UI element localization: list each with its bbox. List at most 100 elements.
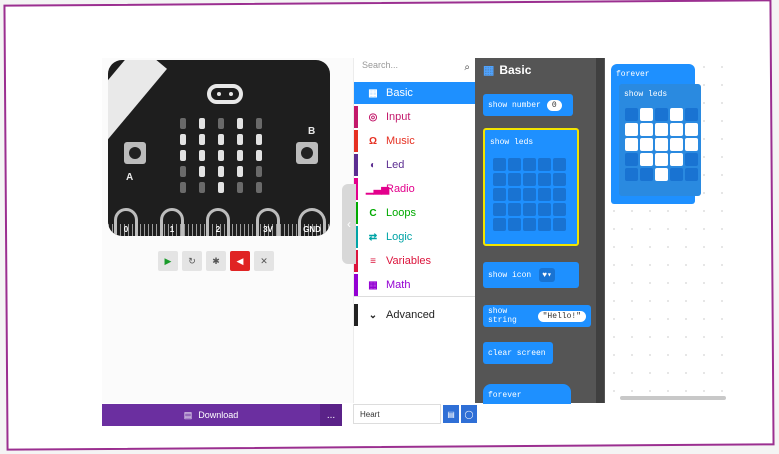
led-cell-r4c0[interactable] — [625, 168, 638, 181]
led-cell-r2c0[interactable] — [625, 138, 638, 151]
led-r2c1 — [199, 150, 205, 161]
led-r2c2 — [218, 150, 224, 161]
download-button[interactable]: ▤ Download — [102, 404, 320, 426]
led-cell-r4c3[interactable] — [670, 168, 683, 181]
led-r0c4 — [256, 118, 262, 129]
category-math[interactable]: ▦ Math — [354, 274, 476, 296]
search-box[interactable]: Search... ⌕ — [362, 60, 470, 78]
led-cell-r2c1[interactable] — [640, 138, 653, 151]
grid-icon: ▦ — [368, 87, 378, 99]
led-cell-r2c3[interactable] — [670, 138, 683, 151]
button-b-label: B — [308, 126, 316, 137]
led-cell-r3c4[interactable] — [685, 153, 698, 166]
restart-icon[interactable]: ↻ — [182, 251, 202, 271]
led-cell-r1c3[interactable] — [670, 123, 683, 136]
led-r2c4 — [256, 150, 262, 161]
led-cell-r1c0[interactable] — [625, 123, 638, 136]
pin-0[interactable]: 0 — [114, 208, 138, 236]
led-cell-r0c1[interactable] — [640, 108, 653, 121]
mute-icon[interactable]: ◀ — [230, 251, 250, 271]
led-r0c3 — [237, 118, 243, 129]
heart-icon[interactable]: ♥▾ — [539, 268, 555, 282]
led-cell-r3c3[interactable] — [670, 153, 683, 166]
category-advanced[interactable]: ⌄ Advanced — [354, 304, 476, 326]
led-cell-r3c1[interactable] — [640, 153, 653, 166]
pin-gnd-label: GND — [303, 225, 321, 234]
pin-1[interactable]: 1 — [160, 208, 184, 236]
show-string-block[interactable]: show string "Hello!" — [483, 305, 591, 327]
string-input[interactable]: "Hello!" — [537, 310, 586, 322]
toolbox: Search... ⌕ ▦ Basic ◎ Input Ω Music ◐ Led ▁▃… — [353, 58, 476, 403]
number-input[interactable]: 0 — [546, 99, 562, 111]
category-color-bar — [354, 106, 358, 128]
pin-3v[interactable]: 3V — [256, 208, 280, 236]
led-cell-r1c1[interactable] — [640, 123, 653, 136]
workspace-led-grid[interactable] — [625, 108, 698, 181]
lines-icon: ≡ — [370, 255, 376, 267]
download-label: Download — [198, 410, 239, 420]
led-cell-r0c4[interactable] — [685, 108, 698, 121]
signal-icon: ▁▃▅ — [366, 183, 390, 195]
led-cell-r2c2[interactable] — [655, 138, 668, 151]
collapse-simulator-button[interactable]: ‹ — [342, 184, 356, 264]
led-cell-r4c4[interactable] — [685, 168, 698, 181]
led-cell-r0c3[interactable] — [670, 108, 683, 121]
led-r4c0 — [180, 182, 186, 193]
led-cell-r1c2[interactable] — [655, 123, 668, 136]
code-workspace[interactable]: forever show leds — [605, 58, 728, 403]
led-r3c1 — [199, 166, 205, 177]
button-a[interactable] — [124, 142, 146, 164]
play-icon[interactable]: ▶ — [158, 251, 178, 271]
led-r4c4 — [256, 182, 262, 193]
show-number-block[interactable]: show number 0 — [483, 94, 573, 116]
led-cell-r0c2[interactable] — [655, 108, 668, 121]
workspace-scrollbar[interactable] — [620, 396, 726, 400]
led-r2c0 — [180, 150, 186, 161]
led-cell-r4c1[interactable] — [640, 168, 653, 181]
flyout-scrollbar[interactable] — [596, 58, 604, 403]
led-r3c2 — [218, 166, 224, 177]
search-icon[interactable]: ⌕ — [464, 62, 470, 73]
category-music[interactable]: Ω Music — [354, 130, 476, 152]
project-name-input[interactable]: Heart — [353, 404, 441, 424]
category-input[interactable]: ◎ Input — [354, 106, 476, 128]
category-label: Math — [386, 279, 411, 291]
block-label: forever — [616, 70, 650, 79]
simulator-controls: ▶ ↻ ✱ ◀ ✕ — [158, 251, 274, 271]
fullscreen-icon[interactable]: ✕ — [254, 251, 274, 271]
show-icon-block[interactable]: show icon ♥▾ — [483, 262, 579, 288]
clear-screen-block[interactable]: clear screen — [483, 342, 553, 364]
target-icon: ◎ — [368, 111, 378, 123]
category-basic[interactable]: ▦ Basic — [354, 82, 476, 104]
button-b[interactable] — [296, 142, 318, 164]
category-logic[interactable]: ⇄ Logic — [354, 226, 476, 248]
block-label: forever — [488, 390, 522, 400]
pin-gnd[interactable]: GND — [298, 208, 326, 236]
more-button[interactable]: ... — [320, 404, 342, 426]
github-icon[interactable]: ◯ — [461, 405, 477, 423]
category-variables[interactable]: ≡ Variables — [354, 250, 476, 272]
led-r4c2 — [218, 182, 224, 193]
led-cell-r1c4[interactable] — [685, 123, 698, 136]
search-input[interactable]: Search... — [362, 60, 398, 70]
flyout-led-grid[interactable] — [493, 158, 566, 231]
category-color-bar — [354, 304, 358, 326]
shuffle-icon: ⇄ — [368, 231, 378, 243]
category-led[interactable]: ◐ Led — [354, 154, 476, 176]
led-cell-r3c0[interactable] — [625, 153, 638, 166]
more-label: ... — [326, 409, 336, 421]
category-loops[interactable]: C Loops — [354, 202, 476, 224]
led-cell-r2c4[interactable] — [685, 138, 698, 151]
forever-block[interactable]: forever — [483, 384, 571, 406]
category-label: Basic — [386, 87, 413, 99]
pin-0-label: 0 — [123, 225, 129, 234]
led-cell-r3c2[interactable] — [655, 153, 668, 166]
led-r0c1 — [199, 118, 205, 129]
debug-icon[interactable]: ✱ — [206, 251, 226, 271]
led-cell-r4c2[interactable] — [655, 168, 668, 181]
category-label: Radio — [386, 183, 415, 195]
category-radio[interactable]: ▁▃▅ Radio — [354, 178, 476, 200]
save-icon[interactable]: ▤ — [443, 405, 459, 423]
pin-2[interactable]: 2 — [206, 208, 230, 236]
led-cell-r0c0[interactable] — [625, 108, 638, 121]
